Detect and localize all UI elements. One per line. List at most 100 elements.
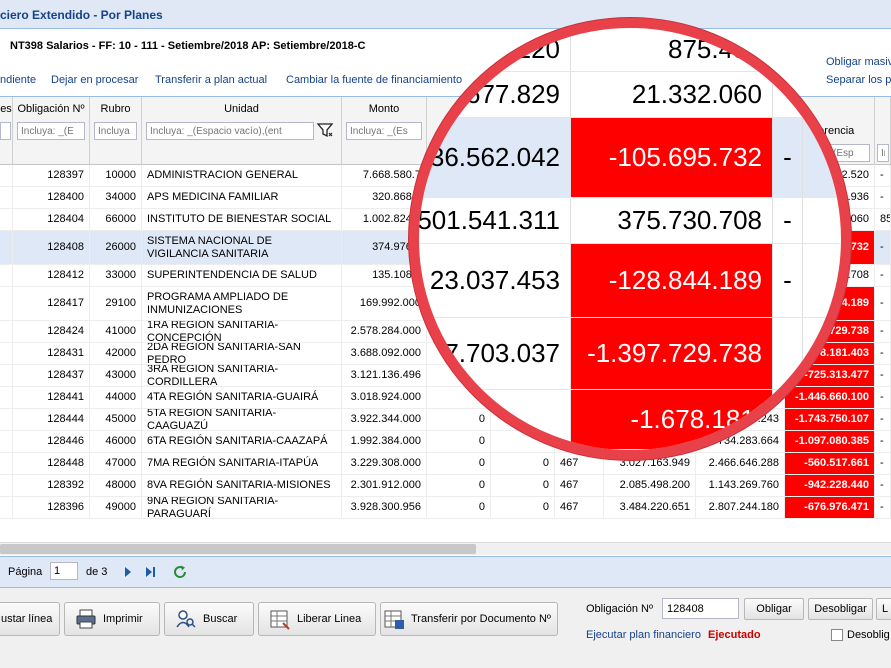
desobligar-button[interactable]: Desobligar [808, 598, 873, 620]
table-edit-icon [269, 608, 291, 630]
cell-c9: 2.807.244.180 [696, 497, 785, 518]
cell-monto: 7.668.580.7 [342, 165, 427, 186]
l-button[interactable]: L [876, 598, 891, 620]
table-row[interactable]: 128396 49000 9NA REGIÓN SANITARIA-PARAGUAR… [0, 497, 891, 519]
cell-c0 [0, 409, 13, 430]
horizontal-scrollbar[interactable] [0, 542, 891, 555]
cell-obligacion: 128446 [13, 431, 90, 452]
refresh-icon[interactable] [172, 564, 188, 583]
cell-extra: - [875, 497, 891, 518]
cell-unidad: PROGRAMA AMPLIADO DE INMUNIZACIONES [142, 287, 342, 320]
cell-extra: - [875, 321, 891, 342]
cell-monto: 3.229.308.000 [342, 453, 427, 474]
cell-obligacion: 128441 [13, 387, 90, 408]
cell-rubro: 48000 [90, 475, 142, 496]
column-header-monto[interactable]: Monto [342, 97, 427, 165]
liberar-linea-button[interactable]: Liberar Linea [258, 602, 376, 636]
magnified-dash: - [773, 198, 803, 243]
magnified-row: 236.562.042 -105.695.732- [419, 118, 841, 198]
magnified-dash [773, 72, 803, 117]
desobligar-checkbox[interactable] [831, 629, 843, 641]
column-header-rubro-label: Rubro [100, 103, 131, 115]
filter-funnel-icon[interactable] [316, 121, 334, 139]
cell-rubro: 66000 [90, 209, 142, 230]
ejecutar-plan-link[interactable]: Ejecutar plan financiero [586, 629, 701, 641]
obligacion-input[interactable] [662, 598, 739, 619]
dejar-en-procesar-link[interactable]: Dejar en procesar [51, 74, 138, 86]
cell-c0 [0, 497, 13, 518]
cell-obligacion: 128408 [13, 231, 90, 264]
cell-c0 [0, 287, 13, 320]
cell-obligacion: 128397 [13, 165, 90, 186]
filter-c11[interactable] [877, 144, 889, 162]
page-label: Página [8, 566, 43, 578]
cell-extra: - [875, 431, 891, 452]
buscar-button[interactable]: Buscar [164, 602, 254, 636]
imprimir-button[interactable]: Imprimir [64, 602, 160, 636]
status-ejecutado: Ejecutado [708, 629, 761, 641]
column-header-unidad[interactable]: Unidad [142, 97, 342, 165]
magnifier-lens: .220 875.486 5.677.829 21.332.060 236.562.04… [409, 18, 851, 460]
cell-obligacion: 128417 [13, 287, 90, 320]
column-header-obligacion[interactable]: Obligación Nº [13, 97, 90, 165]
filter-c0[interactable] [0, 122, 11, 140]
search-user-icon [175, 608, 197, 630]
cell-monto: 3.928.300.956 [342, 497, 427, 518]
magnified-value-b: -1.678.181. [571, 390, 773, 449]
magnified-row: 23.037.453 -128.844.189- [419, 244, 841, 318]
ajustar-linea-button[interactable]: ustar línea [0, 602, 60, 636]
table-row[interactable]: 128392 48000 8VA REGIÓN SANITARIA-MISIONES… [0, 475, 891, 497]
cell-unidad: 5TA REGIÓN SANITARIA-CAAGUAZÚ [142, 409, 342, 430]
cell-obligacion: 128448 [13, 453, 90, 474]
l-label: L [882, 603, 889, 615]
cell-monto: 3.121.136.496 [342, 365, 427, 386]
column-header-c0-label: es [0, 103, 12, 115]
cell-extra: - [875, 387, 891, 408]
magnified-dash: - [773, 118, 803, 197]
filter-monto[interactable] [346, 122, 422, 140]
cell-extra: - [875, 475, 891, 496]
cell-unidad: 1RA REGIÓN SANITARIA-CONCEPCIÓN [142, 321, 342, 342]
magnified-value-b: 21.332.060 [571, 72, 773, 117]
cell-unidad: APS MEDICINA FAMILIAR [142, 187, 342, 208]
last-page-icon[interactable] [144, 565, 158, 582]
cell-c0 [0, 187, 13, 208]
page-number-input[interactable] [50, 562, 78, 580]
cell-rubro: 47000 [90, 453, 142, 474]
cell-unidad: 4TA REGIÓN SANITARIA-GUAIRÁ [142, 387, 342, 408]
cell-monto: 169.992.000 [342, 287, 427, 320]
transferir-plan-actual-link[interactable]: Transferir a plan actual [155, 74, 267, 86]
cell-rubro: 43000 [90, 365, 142, 386]
cell-monto: 3.688.092.000 [342, 343, 427, 364]
cell-c0 [0, 387, 13, 408]
cell-rubro: 44000 [90, 387, 142, 408]
magnified-row: .220 875.486 [419, 28, 841, 72]
cell-c0 [0, 343, 13, 364]
cell-rubro: 49000 [90, 497, 142, 518]
obligar-button[interactable]: Obligar [744, 598, 804, 620]
column-header-c11[interactable] [875, 97, 891, 165]
pendiente-link[interactable]: ndiente [0, 74, 36, 86]
column-header-rubro[interactable]: Rubro [90, 97, 142, 165]
filter-rubro[interactable] [94, 122, 137, 140]
scrollbar-thumb[interactable] [0, 544, 476, 554]
magnified-value-b: -105.695.732 [571, 118, 773, 197]
imprimir-label: Imprimir [103, 613, 143, 625]
column-header-monto-label: Monto [368, 103, 400, 115]
magnified-dash [773, 318, 803, 389]
cell-unidad: 8VA REGIÓN SANITARIA-MISIONES [142, 475, 342, 496]
window-titlebar: ciero Extendido - Por Planes [0, 0, 891, 29]
cell-extra: - [875, 231, 891, 264]
table-row[interactable]: 128448 47000 7MA REGIÓN SANITARIA-ITAPÚA 3.… [0, 453, 891, 475]
filter-obligacion[interactable] [17, 122, 85, 140]
cell-c0 [0, 209, 13, 230]
obligar-label: Obligar [756, 603, 792, 615]
liberar-linea-label: Liberar Linea [297, 613, 362, 625]
column-header-c0[interactable]: es [0, 97, 13, 165]
next-page-icon[interactable] [122, 565, 134, 582]
filter-unidad[interactable] [146, 122, 314, 140]
cell-obligacion: 128444 [13, 409, 90, 430]
magnified-dash [773, 28, 803, 71]
transferir-documento-button[interactable]: Transferir por Documento Nº [380, 602, 558, 636]
cell-c5: 0 [427, 497, 491, 518]
